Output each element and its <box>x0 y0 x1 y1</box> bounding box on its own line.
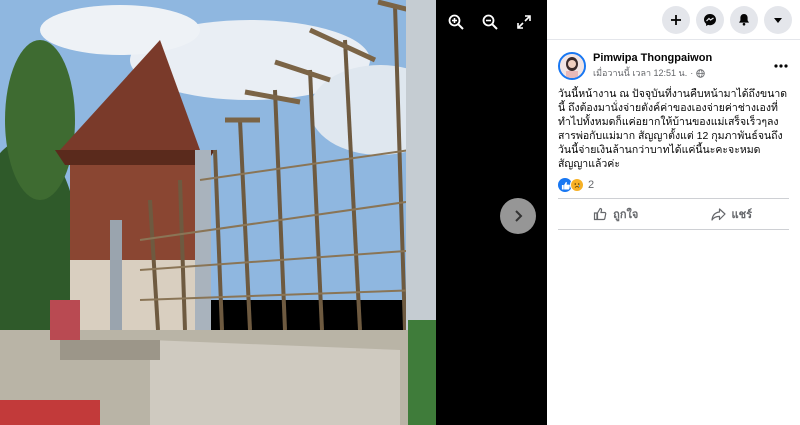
reaction-summary[interactable]: 2 <box>547 178 605 192</box>
sad-reaction-icon <box>570 178 584 192</box>
plus-icon <box>671 14 681 25</box>
post-time[interactable]: เมื่อวานนี้ เวลา 12:51 น. <box>593 66 687 80</box>
post-header: Pimwipa Thongpaiwon เมื่อวานนี้ เวลา 12:… <box>547 40 800 80</box>
fullscreen-icon[interactable] <box>514 12 534 32</box>
messenger-icon <box>704 13 716 26</box>
more-options-icon[interactable] <box>774 55 788 73</box>
post-photo <box>0 0 436 425</box>
globe-icon <box>696 68 705 78</box>
messenger-button[interactable] <box>696 5 724 34</box>
zoom-out-icon[interactable] <box>480 12 500 32</box>
share-icon <box>710 207 726 221</box>
post-actions: ถูกใจ แชร์ <box>558 198 789 230</box>
top-bar <box>547 0 800 40</box>
avatar[interactable] <box>558 52 586 80</box>
post-side-panel: Pimwipa Thongpaiwon เมื่อวานนี้ เวลา 12:… <box>547 0 800 425</box>
like-label: ถูกใจ <box>613 209 639 221</box>
like-button[interactable]: ถูกใจ <box>558 199 674 229</box>
like-icon <box>594 207 607 221</box>
zoom-in-icon[interactable] <box>446 12 466 32</box>
construction-photo <box>0 0 436 425</box>
caret-down-icon <box>774 17 782 23</box>
notifications-button[interactable] <box>730 5 758 34</box>
chevron-right-icon <box>515 210 523 222</box>
share-button[interactable]: แชร์ <box>674 199 790 229</box>
post-text: วันนี้หน้างาน ณ ปัจจุบันที่งานคืบหน้ามาไ… <box>558 88 788 170</box>
create-button[interactable] <box>662 5 690 34</box>
account-menu-button[interactable] <box>764 5 792 34</box>
post-author[interactable]: Pimwipa Thongpaiwon <box>593 52 712 64</box>
reaction-count[interactable]: 2 <box>588 179 594 191</box>
photo-viewer <box>0 0 547 425</box>
share-label: แชร์ <box>731 209 752 221</box>
bell-icon <box>739 14 749 26</box>
next-photo-button[interactable] <box>500 198 536 234</box>
